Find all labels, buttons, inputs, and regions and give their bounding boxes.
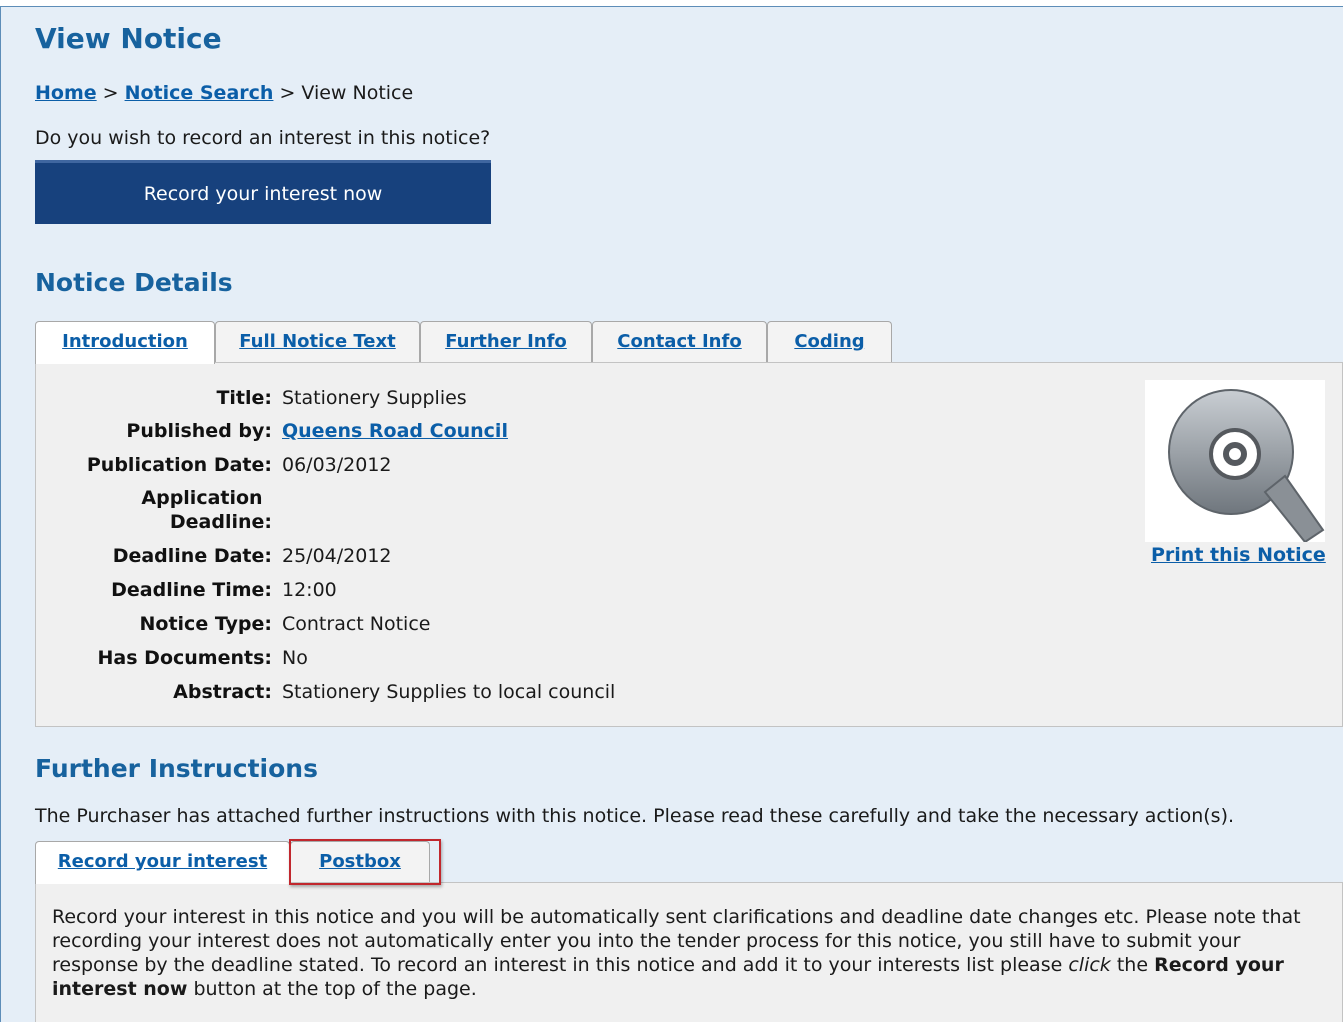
breadcrumb-notice-search-link[interactable]: Notice Search xyxy=(125,82,274,104)
detail-row-title: Title: xyxy=(12,387,272,413)
breadcrumb-separator: > xyxy=(279,82,296,104)
detail-row-has-documents: Has Documents: xyxy=(12,647,272,673)
tab-coding-label: Coding xyxy=(794,331,865,352)
further-instructions-heading: Further Instructions xyxy=(35,754,318,783)
publisher-link[interactable]: Queens Road Council xyxy=(282,420,508,442)
detail-label: Deadline Date: xyxy=(112,545,272,567)
notice-details-tabs: Introduction Full Notice Text Further In… xyxy=(35,321,905,364)
breadcrumb-home-link[interactable]: Home xyxy=(35,82,97,104)
detail-label: Published by: xyxy=(126,420,272,442)
detail-row-publication-date: Publication Date: xyxy=(12,454,272,480)
further-instructions-intro: The Purchaser has attached further instr… xyxy=(35,805,1235,827)
tab-further-info-label: Further Info xyxy=(445,331,567,352)
detail-value-publication-date: 06/03/2012 xyxy=(282,454,392,476)
breadcrumb: Home > Notice Search > View Notice xyxy=(35,82,413,104)
print-notice-link[interactable]: Print this Notice xyxy=(1151,544,1326,566)
print-notice-image[interactable] xyxy=(1145,380,1325,544)
record-interest-description: Record your interest in this notice and … xyxy=(52,905,1312,1001)
tab-contact-info[interactable]: Contact Info xyxy=(592,321,767,363)
detail-label: Notice Type: xyxy=(139,613,273,635)
detail-label: Has Documents: xyxy=(97,647,272,669)
record-interest-question: Do you wish to record an interest in thi… xyxy=(35,127,491,149)
breadcrumb-separator: > xyxy=(102,82,119,104)
detail-value-notice-type: Contract Notice xyxy=(282,613,431,635)
detail-row-notice-type: Notice Type: xyxy=(12,613,273,639)
detail-row-application-deadline: Application Deadline: xyxy=(12,487,272,539)
detail-value-has-documents: No xyxy=(282,647,308,669)
detail-label: Abstract: xyxy=(173,681,272,703)
record-interest-button[interactable]: Record your interest now xyxy=(35,160,491,224)
detail-label: Publication Date: xyxy=(86,454,272,476)
description-text: the xyxy=(1110,954,1155,976)
detail-value-deadline-time: 12:00 xyxy=(282,579,337,601)
tab-contact-info-label: Contact Info xyxy=(617,331,742,352)
tab-full-notice-text-label: Full Notice Text xyxy=(239,331,396,352)
detail-value-deadline-date: 25/04/2012 xyxy=(282,545,392,567)
description-click-word: click xyxy=(1068,954,1111,976)
tab-further-info[interactable]: Further Info xyxy=(420,321,592,363)
detail-value-title: Stationery Supplies xyxy=(282,387,467,409)
tab-introduction-label: Introduction xyxy=(62,331,188,352)
tab-full-notice-text[interactable]: Full Notice Text xyxy=(215,321,420,363)
detail-row-published-by: Published by: xyxy=(12,420,272,446)
page-title: View Notice xyxy=(35,22,222,55)
postbox-highlight-box xyxy=(289,839,441,885)
detail-row-deadline-date: Deadline Date: xyxy=(12,545,272,571)
notice-details-heading: Notice Details xyxy=(35,268,233,297)
breadcrumb-current: View Notice xyxy=(301,82,414,104)
detail-value-abstract: Stationery Supplies to local council xyxy=(282,681,616,703)
tab-record-your-interest-label: Record your interest xyxy=(57,851,268,872)
detail-row-deadline-time: Deadline Time: xyxy=(12,579,272,605)
description-text: button at the top of the page. xyxy=(187,978,477,1000)
tab-record-your-interest[interactable]: Record your interest xyxy=(35,841,290,884)
tab-introduction[interactable]: Introduction xyxy=(35,321,215,364)
detail-label: Deadline Time: xyxy=(111,579,272,601)
tab-coding[interactable]: Coding xyxy=(767,321,892,363)
magnifier-q-icon xyxy=(1168,389,1325,544)
detail-row-abstract: Abstract: xyxy=(12,681,272,707)
detail-label: Deadline: xyxy=(169,511,272,533)
detail-label: Application xyxy=(141,487,263,509)
detail-label: Title: xyxy=(216,387,272,409)
